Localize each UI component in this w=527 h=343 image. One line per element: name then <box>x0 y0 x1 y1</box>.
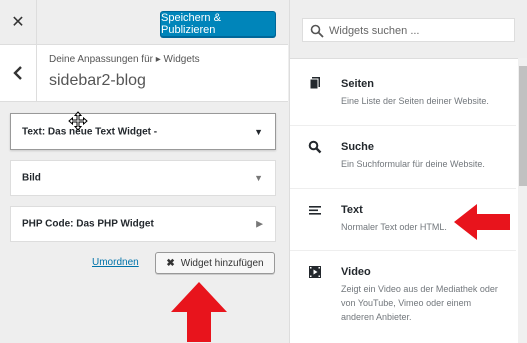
add-widget-button[interactable]: ✖ Widget hinzufügen <box>155 252 275 274</box>
save-publish-button[interactable]: Speichern & Publizieren <box>160 11 276 37</box>
scrollbar-thumb[interactable] <box>519 66 527 186</box>
video-icon <box>309 266 321 278</box>
widget-image[interactable]: Bild ▼ <box>10 160 276 196</box>
widget-title: PHP Code: Das PHP Widget <box>22 218 154 230</box>
widget-search-field[interactable] <box>302 18 515 42</box>
chevron-left-icon <box>13 66 22 80</box>
red-arrow-up-icon <box>171 282 227 342</box>
close-x-icon: ✖ <box>166 257 175 269</box>
widget-chooser: Seiten Eine Liste der Seiten deiner Webs… <box>289 0 527 343</box>
template-name: Text <box>341 204 363 216</box>
pages-icon <box>309 77 320 90</box>
search-icon <box>310 24 324 38</box>
widget-template-video[interactable]: Video Zeigt ein Video aus der Mediathek … <box>290 251 516 331</box>
customizer-header: ✕ Speichern & Publizieren <box>0 0 288 45</box>
template-name: Suche <box>341 141 375 153</box>
widget-title: Bild <box>22 172 41 184</box>
chooser-scrollbar[interactable] <box>518 58 527 343</box>
back-button[interactable] <box>0 45 37 101</box>
expand-arrow-icon[interactable]: ▼ <box>254 173 263 183</box>
template-description: Ein Suchformular für deine Website. <box>341 159 485 169</box>
red-arrow-left-icon <box>454 204 510 240</box>
widget-search-area <box>290 0 527 59</box>
customizer-panel: ✕ Speichern & Publizieren Deine Anpassun… <box>0 0 288 343</box>
widget-text[interactable]: Text: Das neue Text Widget - ▼ <box>10 113 276 150</box>
expand-arrow-icon[interactable]: ▶ <box>256 219 263 230</box>
close-customizer-button[interactable]: ✕ <box>0 0 37 44</box>
template-name: Seiten <box>341 78 375 90</box>
breadcrumb: Deine Anpassungen für ▸ Widgets <box>49 54 200 65</box>
text-lines-icon <box>309 206 321 215</box>
template-description: Zeigt ein Video aus der Mediathek oder v… <box>341 284 498 322</box>
template-name: Video <box>341 266 371 278</box>
search-icon <box>308 140 322 154</box>
widget-php-code[interactable]: PHP Code: Das PHP Widget ▶ <box>10 206 276 242</box>
widget-title: Text: Das neue Text Widget - <box>22 126 158 137</box>
expand-arrow-icon[interactable]: ▼ <box>254 127 263 137</box>
widget-template-seiten[interactable]: Seiten Eine Liste der Seiten deiner Webs… <box>290 59 516 126</box>
reorder-link[interactable]: Umordnen <box>92 257 139 268</box>
template-description: Eine Liste der Seiten deiner Website. <box>341 96 489 106</box>
add-widget-label: Widget hinzufügen <box>180 257 264 269</box>
page-title: sidebar2-blog <box>49 72 146 89</box>
widget-template-suche[interactable]: Suche Ein Suchformular für deine Website… <box>290 126 516 189</box>
section-header: Deine Anpassungen für ▸ Widgets sidebar2… <box>0 45 288 102</box>
widget-search-input[interactable] <box>327 21 511 41</box>
move-cursor-icon <box>68 111 88 131</box>
